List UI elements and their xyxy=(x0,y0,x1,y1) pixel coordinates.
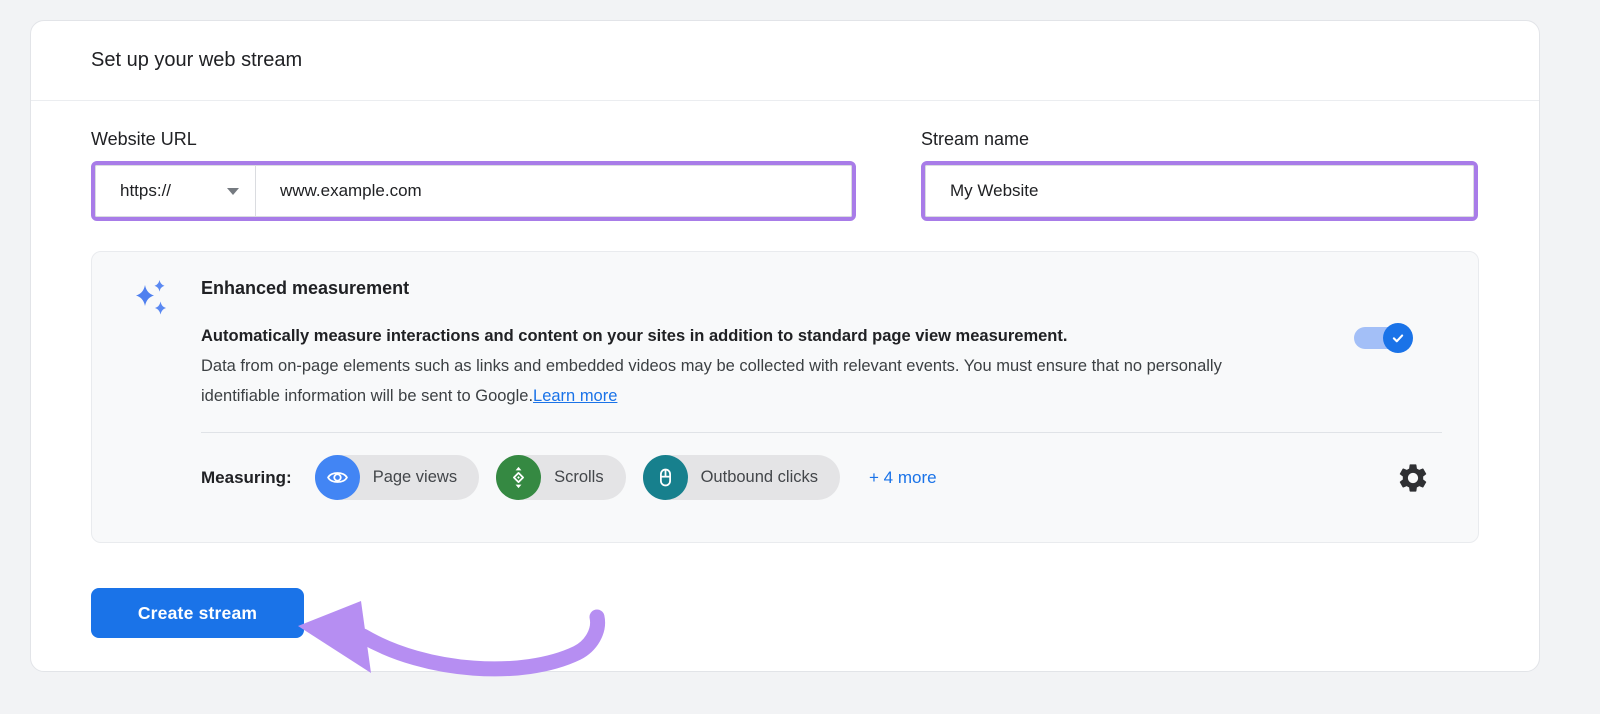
stream-name-highlight: My Website xyxy=(921,161,1478,221)
chip-page-views[interactable]: Page views xyxy=(314,455,480,500)
stream-name-label: Stream name xyxy=(921,129,1030,149)
annotation-arrow xyxy=(298,601,606,677)
stream-name-input[interactable]: My Website xyxy=(926,166,1473,216)
sparkle-icon xyxy=(133,278,169,321)
protocol-dropdown[interactable]: https:// xyxy=(96,166,256,216)
website-url-field-group: Website URL https:// www.example.com xyxy=(91,129,856,221)
more-events-link[interactable]: + 4 more xyxy=(869,468,937,488)
chip-scrolls[interactable]: Scrolls xyxy=(496,455,626,500)
setup-web-stream-card: Set up your web stream Website URL https… xyxy=(30,20,1540,677)
create-stream-button[interactable]: Create stream xyxy=(91,588,304,638)
protocol-value: https:// xyxy=(120,181,172,200)
website-url-label: Website URL xyxy=(91,129,197,149)
chip-label: Outbound clicks xyxy=(700,468,818,486)
gear-icon[interactable] xyxy=(1396,461,1430,495)
enhanced-measurement-title: Enhanced measurement xyxy=(201,278,410,298)
stream-name-field-group: Stream name My Website xyxy=(921,129,1478,221)
enhanced-measurement-panel: Enhanced measurement Automatically measu… xyxy=(91,251,1479,543)
chip-label: Scrolls xyxy=(554,468,604,486)
description-bold-text: Automatically measure interactions and c… xyxy=(201,327,1068,345)
learn-more-link[interactable]: Learn more xyxy=(533,387,617,405)
chip-outbound-clicks[interactable]: Outbound clicks xyxy=(642,455,840,500)
panel-divider xyxy=(201,432,1442,433)
toggle-knob xyxy=(1383,323,1413,353)
card-header: Set up your web stream xyxy=(31,21,1539,101)
website-url-highlight: https:// www.example.com xyxy=(91,161,856,221)
enhanced-measurement-description: Automatically measure interactions and c… xyxy=(201,321,1442,411)
eye-icon xyxy=(314,455,360,500)
mouse-icon xyxy=(642,455,688,500)
website-url-input[interactable]: www.example.com xyxy=(256,166,851,216)
chip-label: Page views xyxy=(372,468,458,486)
measuring-label: Measuring: xyxy=(201,467,292,487)
stream-form-row: Website URL https:// www.example.com Str… xyxy=(31,129,1539,221)
description-text: Data from on-page elements such as links… xyxy=(201,357,1222,405)
checkmark-icon xyxy=(1392,334,1404,343)
chevron-down-icon xyxy=(227,187,239,195)
scroll-icon xyxy=(496,455,542,500)
measuring-row: Measuring: Page views Scrolls Outbound c… xyxy=(201,455,1442,500)
page-title: Set up your web stream xyxy=(91,49,303,71)
enhanced-measurement-toggle[interactable] xyxy=(1354,323,1413,353)
